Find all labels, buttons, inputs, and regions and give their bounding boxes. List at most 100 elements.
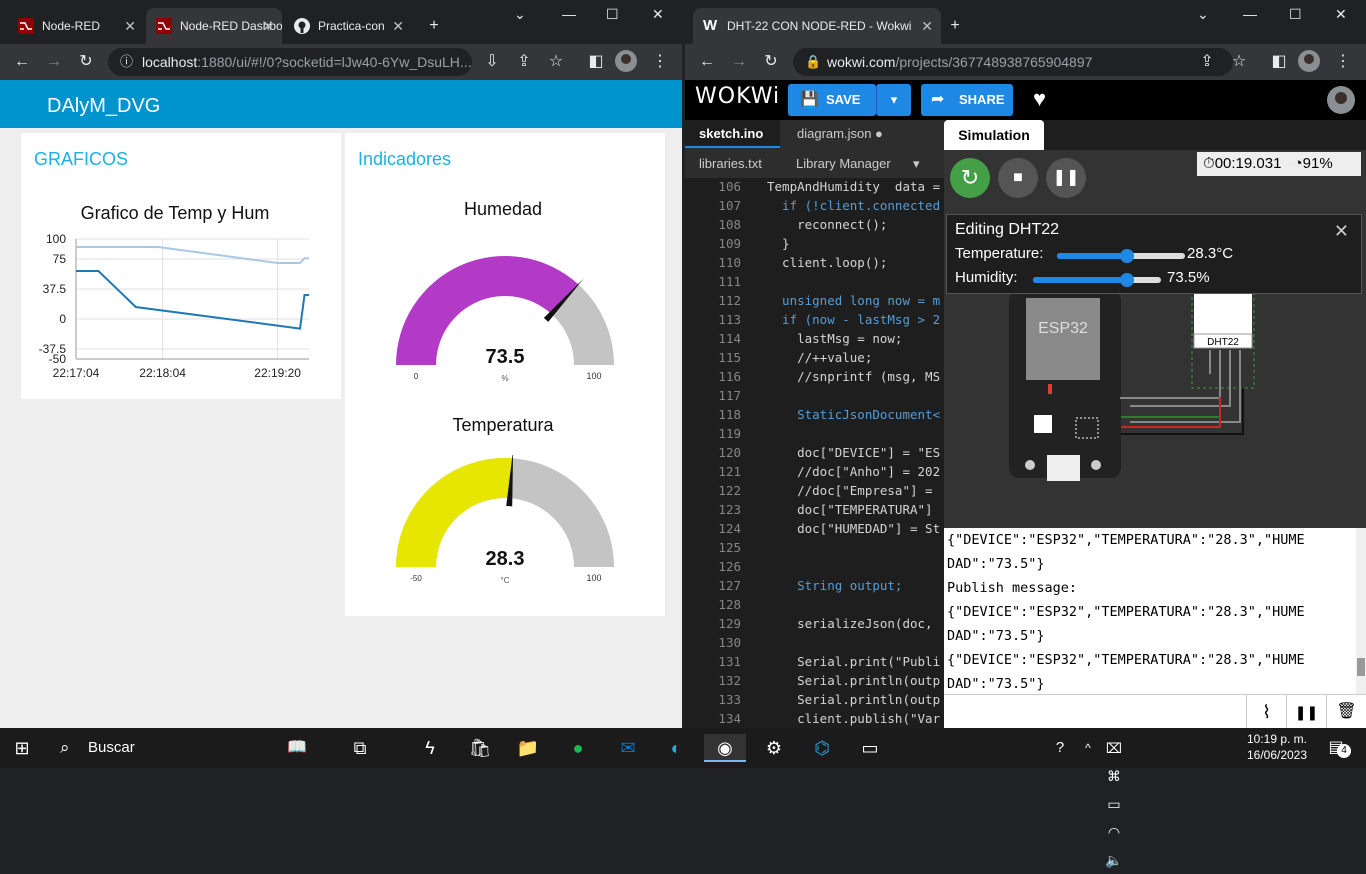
tab-simulation[interactable]: Simulation	[944, 120, 1044, 150]
caret-down-icon[interactable]: ▾	[913, 150, 920, 178]
gauge-value: 73.5	[486, 346, 525, 368]
line-number: 122	[718, 483, 741, 498]
tray-icons[interactable]: ⌧ ⌘ ▭ ◠ 🔈	[1100, 734, 1128, 868]
address-bar[interactable]: 🔒 wokwi.com/projects/367748938765904897	[793, 48, 1233, 76]
install-icon[interactable]: ⇩	[480, 50, 504, 74]
search-highlight-icon[interactable]: 📖	[262, 734, 332, 762]
clock[interactable]: 10:19 p. m. 16/06/2023	[1244, 731, 1310, 763]
tab-sketch[interactable]: sketch.ino	[685, 120, 780, 148]
tab-wokwi[interactable]: W DHT-22 CON NODE-RED - Wokwi ✕	[693, 8, 941, 44]
heart-icon[interactable]: ♥	[1033, 86, 1046, 112]
new-tab-icon[interactable]: +	[943, 14, 967, 38]
line-text: Serial.println(outp	[767, 673, 941, 688]
chevron-down-icon[interactable]: ⌄	[1197, 6, 1209, 23]
tab-node-red[interactable]: Node-RED ✕	[8, 8, 144, 44]
line-text: //++value;	[767, 350, 873, 365]
store-icon[interactable]: 🛍	[466, 734, 494, 762]
series-line	[76, 270, 309, 330]
vscode-icon[interactable]: ⌬	[808, 734, 836, 762]
y-tick-label: 100	[46, 232, 66, 246]
spotify-icon[interactable]: ●	[564, 734, 592, 762]
forward-icon[interactable]: →	[727, 50, 751, 74]
right-toolbar: ← → ↻ 🔒 wokwi.com/projects/3677489387659…	[685, 44, 1366, 80]
back-icon[interactable]: ←	[10, 50, 34, 74]
forward-icon[interactable]: →	[42, 50, 66, 74]
sidepanel-icon[interactable]: ◧	[584, 50, 608, 74]
address-bar[interactable]: ⓘ localhost:1880/ui/#!/0?socketid=lJw40-…	[108, 48, 472, 76]
pause-button[interactable]: ❚❚	[1046, 158, 1086, 198]
maximize-icon[interactable]: ☐	[606, 6, 619, 23]
sidepanel-icon[interactable]: ◧	[1267, 50, 1291, 74]
help-icon[interactable]: ?	[1046, 734, 1074, 762]
avatar[interactable]	[1327, 86, 1355, 119]
share-icon[interactable]: ⇪	[1195, 50, 1219, 74]
terminal-app-icon[interactable]: ϟ	[416, 734, 444, 762]
x-tick-label: 22:17:04	[53, 366, 100, 380]
avatar[interactable]	[614, 50, 638, 74]
new-tab-icon[interactable]: +	[422, 14, 446, 38]
pause-icon[interactable]: ❚❚	[1286, 695, 1326, 728]
settings-gear-icon[interactable]: ⚙	[760, 734, 788, 762]
menu-icon[interactable]: ⋮	[1331, 50, 1355, 74]
tab-libraries[interactable]: libraries.txt	[699, 150, 762, 178]
save-dropdown-button[interactable]: ▾	[876, 84, 911, 116]
speedometer-icon: ◔	[1293, 155, 1303, 172]
share-button[interactable]: ➦ SHARE	[921, 84, 1013, 116]
stop-button[interactable]: ■	[998, 158, 1038, 198]
search-box[interactable]: ⌕ Buscar	[48, 728, 248, 768]
chevron-up-icon[interactable]: ^	[1074, 734, 1102, 762]
temperature-value: 28.3°C	[1187, 245, 1234, 262]
code-line: 113 if (now - lastMsg > 2	[685, 310, 944, 329]
serial-input[interactable]: ⌇ ❚❚ 🗑	[944, 694, 1366, 728]
tab-practica[interactable]: Practica-con ✕	[284, 8, 412, 44]
plotter-icon[interactable]: ⌇	[1246, 695, 1286, 728]
reload-icon[interactable]: ↻	[759, 50, 783, 74]
tab-library-manager[interactable]: Library Manager	[796, 150, 891, 178]
reload-icon[interactable]: ↻	[74, 50, 98, 74]
maximize-icon[interactable]: ☐	[1289, 6, 1302, 23]
close-icon[interactable]: ✕	[124, 8, 136, 44]
tab-node-red-dashboard[interactable]: Node-RED Dashboard ✕	[146, 8, 282, 44]
trash-icon[interactable]: 🗑	[1326, 695, 1366, 728]
close-icon[interactable]: ✕	[392, 8, 404, 44]
save-button[interactable]: 💾 SAVE	[788, 84, 876, 116]
cmd-icon[interactable]: ▭	[856, 734, 884, 762]
code-lines[interactable]: 106 TempAndHumidity data = 107 if (!client…	[685, 177, 944, 728]
task-view-icon[interactable]: ⧉	[346, 734, 374, 762]
gauge-title: Temperatura	[452, 415, 554, 435]
notification-icon[interactable]: ▤ 4	[1322, 734, 1351, 762]
menu-icon[interactable]: ⋮	[648, 50, 672, 74]
code-line: 107 if (!client.connected	[685, 196, 944, 215]
slider-fill	[1057, 253, 1128, 259]
slider-thumb[interactable]	[1120, 273, 1135, 287]
close-icon[interactable]: ✕	[921, 8, 933, 44]
boot-button	[1025, 460, 1035, 470]
bookmark-star-icon[interactable]: ☆	[544, 50, 568, 74]
close-icon[interactable]: ✕	[262, 8, 274, 44]
temperature-slider[interactable]	[1057, 249, 1185, 263]
line-text: doc["TEMPERATURA"]	[767, 502, 933, 517]
chrome-icon[interactable]: ◉	[704, 734, 746, 762]
line-text: reconnect();	[767, 217, 888, 232]
mail-icon[interactable]: ✉	[614, 734, 642, 762]
serial-line: DAD":"73.5"}	[947, 676, 1045, 692]
share-icon[interactable]: ⇪	[512, 50, 536, 74]
chevron-down-icon[interactable]: ⌄	[514, 6, 526, 23]
windows-start-icon[interactable]: ⊞	[8, 734, 36, 762]
bookmark-star-icon[interactable]: ☆	[1227, 50, 1251, 74]
avatar[interactable]	[1297, 50, 1321, 74]
close-window-icon[interactable]: ✕	[1335, 6, 1347, 23]
edge-icon[interactable]: ◐	[662, 734, 690, 762]
close-icon[interactable]: ✕	[1334, 221, 1349, 242]
serial-scrollbar[interactable]	[1356, 528, 1366, 694]
tab-diagram[interactable]: diagram.json ●	[797, 120, 883, 148]
back-icon[interactable]: ←	[695, 50, 719, 74]
minimize-icon[interactable]: —	[1243, 6, 1257, 22]
humidity-slider[interactable]	[1033, 273, 1161, 287]
minimize-icon[interactable]: —	[562, 6, 576, 22]
close-window-icon[interactable]: ✕	[652, 6, 664, 23]
restart-button[interactable]: ↻	[950, 158, 990, 198]
gauge-min: 0	[414, 372, 419, 381]
slider-thumb[interactable]	[1120, 249, 1135, 263]
file-explorer-icon[interactable]: 📁	[514, 734, 542, 762]
